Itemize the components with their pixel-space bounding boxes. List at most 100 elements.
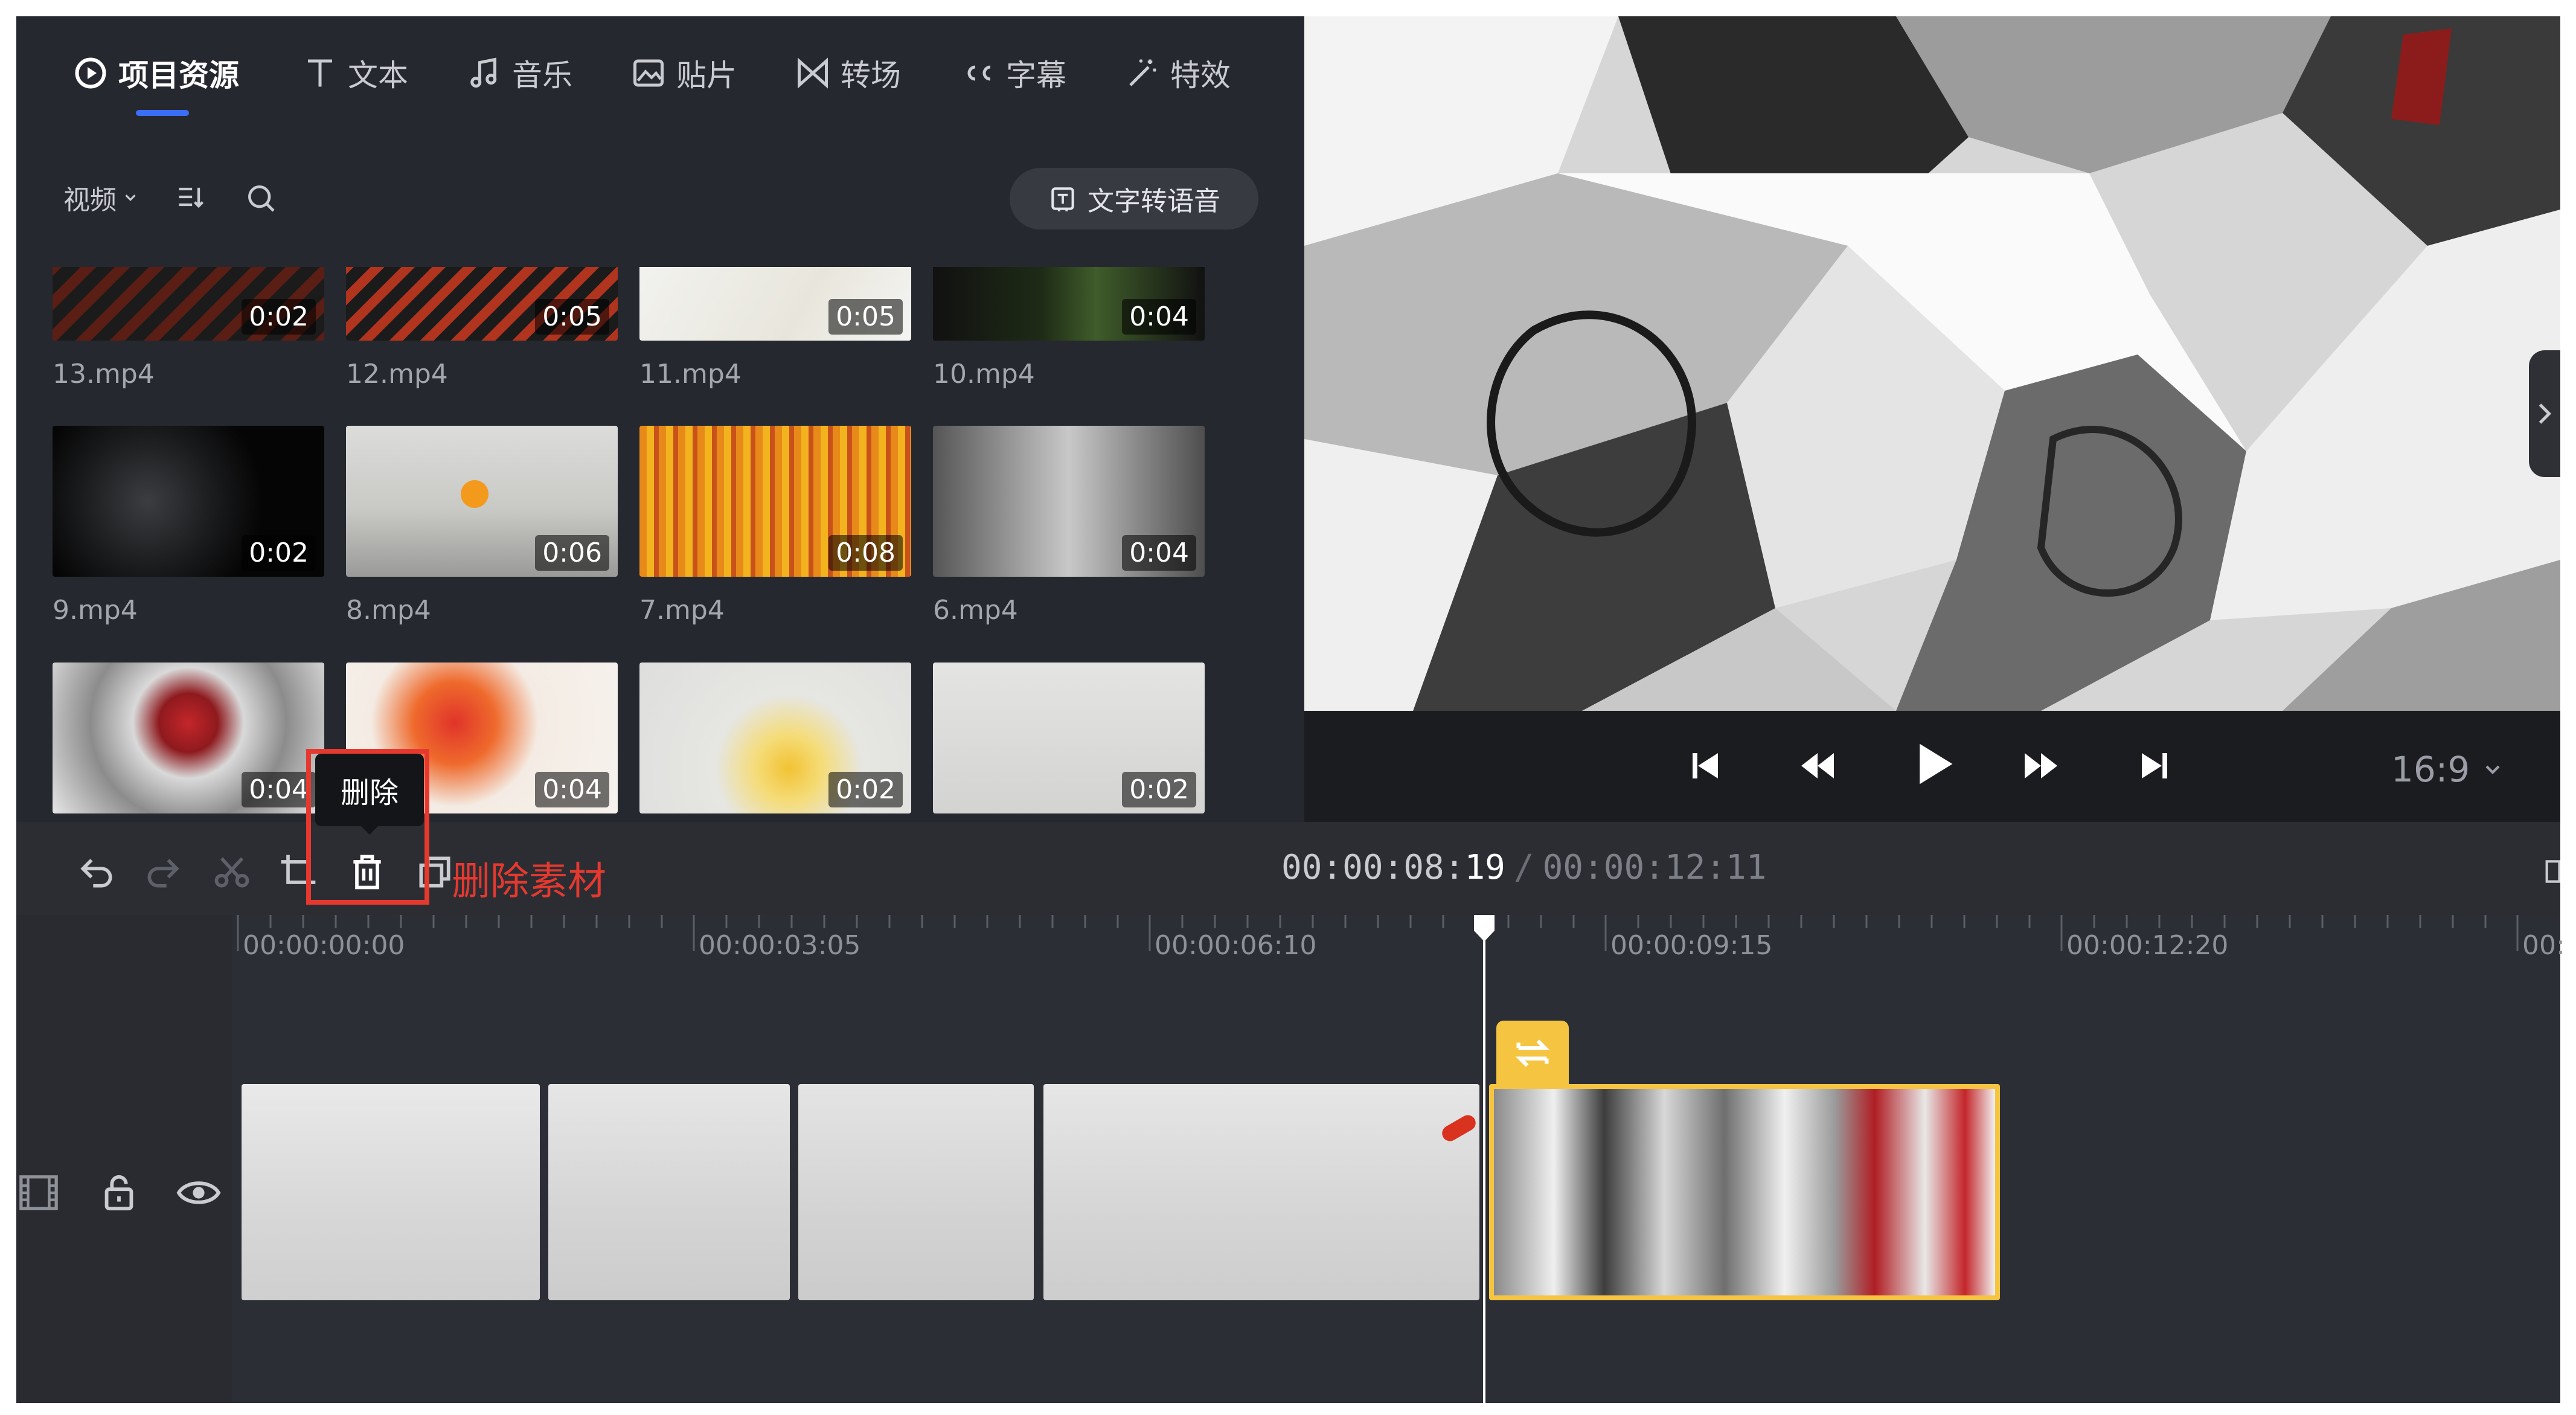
media-thumbnail: 0:02 <box>933 663 1205 813</box>
media-duration: 0:06 <box>535 535 609 571</box>
media-duration: 0:04 <box>1122 535 1196 571</box>
tab-label: 贴片 <box>676 58 737 93</box>
tab-label: 特效 <box>1170 58 1231 93</box>
aspect-ratio-value: 16:9 <box>2391 749 2470 790</box>
media-thumbnail: 0:02 <box>53 426 324 577</box>
media-item[interactable]: 0:02 <box>933 663 1205 813</box>
image-icon <box>633 59 664 87</box>
media-duration: 0:04 <box>535 772 609 807</box>
text-icon <box>308 59 332 87</box>
timecode-separator: / <box>1513 848 1534 887</box>
tab-label: 项目资源 <box>118 58 239 93</box>
media-item[interactable]: 0:04 6.mp4 <box>933 426 1205 626</box>
media-filename: 10.mp4 <box>933 359 1035 390</box>
tab-effects[interactable]: 特效 <box>1124 46 1231 100</box>
media-filename: 9.mp4 <box>53 595 138 626</box>
media-item[interactable]: 0:04 <box>53 663 324 813</box>
text-to-speech-button[interactable]: 文字转语音 <box>1010 168 1258 229</box>
media-filename: 8.mp4 <box>346 595 431 626</box>
transition-button[interactable] <box>1496 1021 1569 1086</box>
skip-to-start-icon[interactable] <box>1684 744 1727 788</box>
media-item[interactable]: 0:02 9.mp4 <box>53 426 324 626</box>
play-icon[interactable] <box>1902 734 1962 794</box>
timeline-clip[interactable] <box>548 1084 790 1300</box>
playhead-line[interactable] <box>1483 924 1485 1403</box>
track-header <box>16 915 232 1403</box>
skip-to-end-icon[interactable] <box>2133 744 2176 788</box>
undo-icon[interactable] <box>76 852 117 893</box>
tab-label: 文本 <box>348 58 408 93</box>
ruler-tick-label: 00: <box>2522 930 2565 961</box>
redo-icon[interactable] <box>143 852 184 893</box>
ruler-tick-label: 00:00:00:00 <box>243 930 405 961</box>
ruler-tick-label: 00:00:06:10 <box>1155 930 1317 961</box>
transition-icon <box>798 57 828 89</box>
ruler-tick-label: 00:00:09:15 <box>1610 930 1773 961</box>
media-duration: 0:04 <box>242 772 316 807</box>
chevron-down-icon <box>125 194 136 201</box>
sort-icon[interactable] <box>175 181 207 213</box>
tab-captions[interactable]: 字幕 <box>960 46 1066 100</box>
media-duration: 0:05 <box>828 299 903 335</box>
playhead-handle[interactable] <box>1474 915 1495 942</box>
tab-text[interactable]: 文本 <box>302 46 408 100</box>
media-filename: 11.mp4 <box>639 359 742 390</box>
media-item[interactable]: 0:04 10.mp4 <box>933 267 1205 390</box>
tab-transitions[interactable]: 转场 <box>795 46 901 100</box>
media-item[interactable]: 0:02 13.mp4 <box>53 267 324 390</box>
total-time: 00:00:12:11 <box>1542 848 1767 887</box>
media-duration: 0:02 <box>242 535 316 571</box>
media-filename: 6.mp4 <box>933 595 1018 626</box>
media-thumbnail: 0:05 <box>639 267 911 341</box>
media-duration: 0:02 <box>828 772 903 807</box>
media-filename: 7.mp4 <box>639 595 725 626</box>
media-filename: 12.mp4 <box>346 359 448 390</box>
unlock-icon[interactable] <box>98 1170 140 1215</box>
ruler-tick-label: 00:00:12:20 <box>2066 930 2229 961</box>
timeline-clip[interactable] <box>798 1084 1034 1300</box>
search-icon[interactable] <box>244 181 278 215</box>
preview-frame-image <box>1304 16 2560 711</box>
film-strip-icon <box>19 1175 58 1210</box>
media-item[interactable]: 0:08 7.mp4 <box>639 426 911 626</box>
timeline-clip[interactable] <box>242 1084 540 1300</box>
music-note-icon <box>470 57 497 88</box>
fit-timeline-icon[interactable] <box>2543 856 2560 887</box>
timecode-display: 00:00:08: 19 / 00:00:12:11 <box>1281 848 1766 887</box>
rewind-icon[interactable] <box>1796 744 1839 788</box>
annotation-highlight-box <box>306 749 429 905</box>
media-item[interactable]: 0:05 11.mp4 <box>639 267 911 390</box>
tab-label: 字幕 <box>1006 58 1066 93</box>
media-thumbnail: 0:02 <box>639 663 911 813</box>
media-item[interactable]: 0:05 12.mp4 <box>346 267 618 390</box>
media-thumbnail: 0:05 <box>346 267 618 341</box>
media-duration: 0:04 <box>1122 299 1196 335</box>
timeline-clip[interactable] <box>1043 1084 1479 1300</box>
collapse-preview-handle[interactable] <box>2529 350 2560 477</box>
chevron-down-icon <box>2485 765 2500 774</box>
media-item[interactable]: 0:06 8.mp4 <box>346 426 618 626</box>
active-tab-indicator <box>136 110 189 116</box>
selected-timeline-clip[interactable] <box>1489 1084 2000 1300</box>
text-to-speech-label: 文字转语音 <box>1088 186 1220 217</box>
current-frame: 19 <box>1464 848 1505 887</box>
media-thumbnail: 0:08 <box>639 426 911 577</box>
fast-forward-icon[interactable] <box>2019 744 2063 788</box>
split-icon[interactable] <box>211 852 252 893</box>
media-duration: 0:08 <box>828 535 903 571</box>
media-thumbnail: 0:04 <box>933 426 1205 577</box>
tab-label: 音乐 <box>512 58 572 93</box>
media-type-dropdown[interactable]: 视频 <box>63 178 139 217</box>
video-preview <box>1304 16 2560 711</box>
tab-stickers[interactable]: 贴片 <box>630 46 737 100</box>
media-thumbnail: 0:04 <box>53 663 324 813</box>
media-duration: 0:02 <box>1122 772 1196 807</box>
media-type-label: 视频 <box>63 185 117 216</box>
text-to-speech-icon <box>1051 187 1074 211</box>
aspect-ratio-dropdown[interactable]: 16:9 <box>2391 749 2505 790</box>
magic-wand-icon <box>1129 59 1156 86</box>
media-item[interactable]: 0:02 <box>639 663 911 813</box>
eye-icon[interactable] <box>176 1173 221 1213</box>
tab-music[interactable]: 音乐 <box>466 46 572 100</box>
tab-project-resources[interactable]: 项目资源 <box>72 46 239 100</box>
